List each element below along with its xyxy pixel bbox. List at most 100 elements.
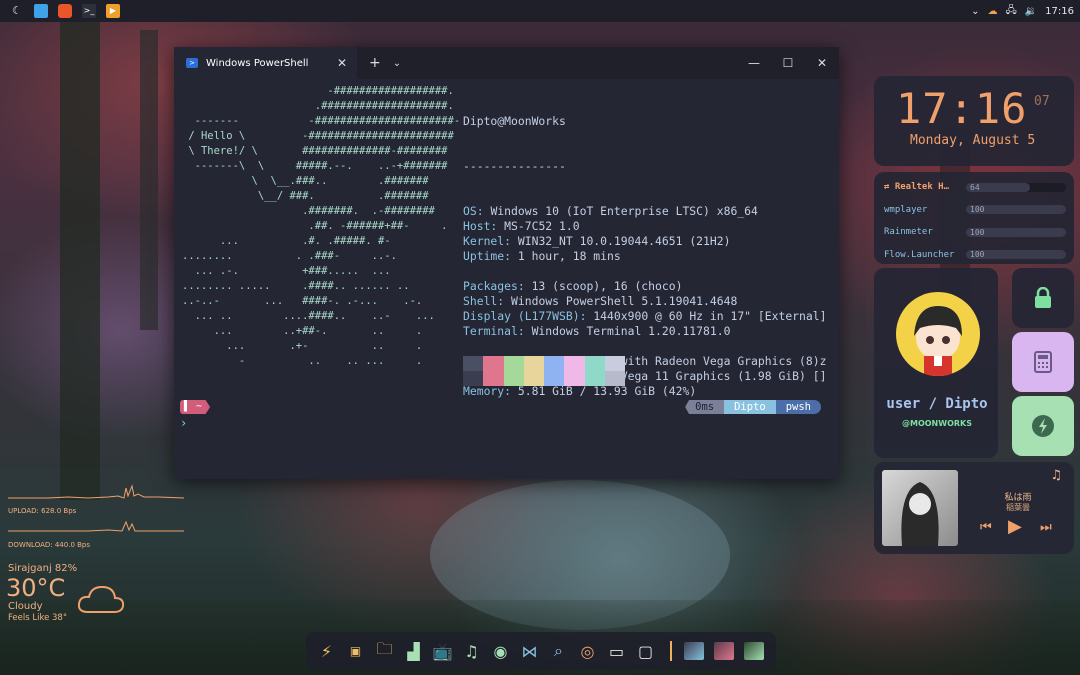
- spotify-icon[interactable]: ◉: [488, 639, 513, 664]
- running-app-thumbnail-1[interactable]: [684, 642, 704, 660]
- info-key: Uptime:: [463, 249, 518, 263]
- prompt-right: 0ms Dipto pwsh: [685, 400, 821, 414]
- info-value: 5.81 GiB / 13.93 GiB (42%): [517, 384, 697, 398]
- palette-swatch: [523, 371, 544, 386]
- tab-powershell[interactable]: > Windows PowerShell ✕: [174, 47, 357, 79]
- new-tab-button[interactable]: +: [369, 55, 381, 71]
- info-line: Packages: 13 (scoop), 16 (choco): [463, 279, 826, 294]
- maximize-button[interactable]: ☐: [771, 47, 805, 79]
- title-bar: > Windows PowerShell ✕ + ⌄ — ☐ ✕: [174, 47, 839, 79]
- info-line: Terminal: Windows Terminal 1.20.11781.0: [463, 324, 826, 339]
- minimize-button[interactable]: —: [737, 47, 771, 79]
- volume-value: 100: [970, 205, 985, 214]
- user-host: Dipto@MoonWorks: [463, 114, 566, 128]
- mixer-row[interactable]: Rainmeter 100: [884, 225, 1066, 239]
- close-button[interactable]: ✕: [805, 47, 839, 79]
- chevron-down-icon[interactable]: ⌄: [971, 6, 979, 17]
- info-value: Windows 10 (IoT Enterprise LTSC) x86_64: [490, 204, 758, 218]
- prompt-cursor[interactable]: ›: [180, 416, 187, 431]
- prompt-user: Dipto: [724, 400, 776, 414]
- terminal-icon[interactable]: ▣: [343, 639, 368, 664]
- mixer-label: Flow.Launcher: [884, 249, 955, 260]
- moon-icon[interactable]: ☾: [10, 4, 24, 18]
- music-artist: 稲葉曇: [1006, 503, 1030, 512]
- tv-icon[interactable]: 📺: [430, 639, 455, 664]
- lock-icon: [1035, 287, 1051, 308]
- taskbar-clock[interactable]: 17:16: [1045, 6, 1074, 17]
- terminal-icon[interactable]: >_: [82, 4, 96, 18]
- folder-icon[interactable]: 🗀: [372, 639, 397, 664]
- cloud-icon: [77, 585, 125, 613]
- previous-track-icon[interactable]: ⏮: [980, 520, 992, 535]
- next-track-icon[interactable]: ⏭: [1040, 520, 1052, 535]
- mixer-label: ⇄ Realtek H…: [884, 182, 950, 192]
- calculator-icon: [1034, 351, 1052, 373]
- info-key: Display (L177WSB):: [463, 309, 594, 323]
- palette-swatch: [523, 356, 544, 371]
- info-value: 1 hour, 18 mins: [517, 249, 621, 263]
- prompt-shell: pwsh: [775, 400, 821, 414]
- mixer-row[interactable]: wmplayer 100: [884, 203, 1066, 217]
- flash-icon[interactable]: ⚡: [314, 639, 339, 664]
- tab-dropdown-button[interactable]: ⌄: [393, 58, 401, 69]
- app-launcher-button[interactable]: [1012, 396, 1074, 456]
- profile-user: user / Dipto: [886, 396, 988, 412]
- palette-swatch: [463, 356, 484, 371]
- mixer-row[interactable]: Flow.Launcher 100: [884, 248, 1066, 262]
- info-separator: ---------------: [463, 159, 566, 173]
- tree-trunk-left-2: [140, 30, 158, 330]
- weather-feels: Feels Like 38°: [8, 613, 68, 623]
- running-app-thumbnail-3[interactable]: [744, 642, 764, 660]
- prompt-left: ▌ ~: [180, 400, 211, 414]
- info-line: OS: Windows 10 (IoT Enterprise LTSC) x86…: [463, 204, 826, 219]
- upload-label: UPLOAD: 628.0 Bps: [8, 507, 77, 515]
- play-icon[interactable]: ▶: [1008, 516, 1022, 537]
- android-icon[interactable]: ▟: [401, 639, 426, 664]
- terminal-content[interactable]: -##################. .##################…: [174, 79, 839, 479]
- info-value: Windows Terminal 1.20.11781.0: [531, 324, 731, 338]
- volume-value: 100: [970, 250, 985, 259]
- volume-slider[interactable]: 100: [966, 227, 1066, 237]
- volume-value: 64: [970, 182, 980, 192]
- search-icon[interactable]: ⌕: [546, 639, 571, 664]
- volume-slider[interactable]: 100: [966, 205, 1066, 214]
- palette-swatch: [463, 371, 484, 386]
- download-graph: [8, 520, 184, 532]
- clock-time: 17:16: [896, 84, 1028, 133]
- mixer-row[interactable]: ⇄ Realtek H… 64: [884, 180, 1066, 194]
- cloud-icon[interactable]: ☁: [988, 6, 998, 17]
- media-player-icon[interactable]: ▶: [106, 4, 120, 18]
- info-value: Windows PowerShell 5.1.19041.4648: [511, 294, 738, 308]
- palette-swatch: [483, 371, 504, 386]
- file-explorer-icon[interactable]: [34, 4, 48, 18]
- profile-widget: user / Dipto @MOONWORKS: [874, 268, 998, 458]
- lock-button[interactable]: [1012, 268, 1074, 328]
- music-icon[interactable]: ♫: [459, 639, 484, 664]
- window-icon[interactable]: ▭: [604, 639, 629, 664]
- network-icon[interactable]: 🖧: [1006, 3, 1017, 20]
- volume-slider[interactable]: 64: [966, 182, 1066, 192]
- weather-temp: 30°C: [6, 574, 66, 602]
- prompt-badge: ▌ ~: [180, 400, 211, 414]
- dock-separator: [670, 641, 672, 661]
- calculator-button[interactable]: [1012, 332, 1074, 392]
- volume-icon[interactable]: 🔉: [1025, 6, 1037, 17]
- dock: ⚡ ▣ 🗀 ▟ 📺 ♫ ◉ ⋈ ⌕ ◎ ▭ ▢: [306, 632, 776, 670]
- clock-widget: 17:16 07 Monday, August 5: [874, 76, 1074, 166]
- running-app-thumbnail-2[interactable]: [714, 642, 734, 660]
- upload-graph: [8, 484, 184, 499]
- chat-icon[interactable]: ▢: [633, 639, 658, 664]
- info-key: Packages:: [463, 279, 532, 293]
- compass-icon[interactable]: ◎: [575, 639, 600, 664]
- brave-browser-icon[interactable]: [58, 4, 72, 18]
- palette-swatch: [503, 356, 524, 371]
- info-key: OS:: [463, 204, 491, 218]
- volume-slider[interactable]: 100: [966, 250, 1066, 259]
- palette-swatch: [604, 371, 625, 386]
- palette-swatch: [544, 371, 565, 386]
- vscode-icon[interactable]: ⋈: [517, 639, 542, 664]
- music-player-widget: ♫ 私は雨 稲葉曇 ⏮ ▶ ⏭: [874, 462, 1074, 554]
- tab-close-button[interactable]: ✕: [337, 56, 347, 70]
- palette-swatch: [584, 356, 605, 371]
- weather-city: Sirajganj 82%: [8, 563, 78, 574]
